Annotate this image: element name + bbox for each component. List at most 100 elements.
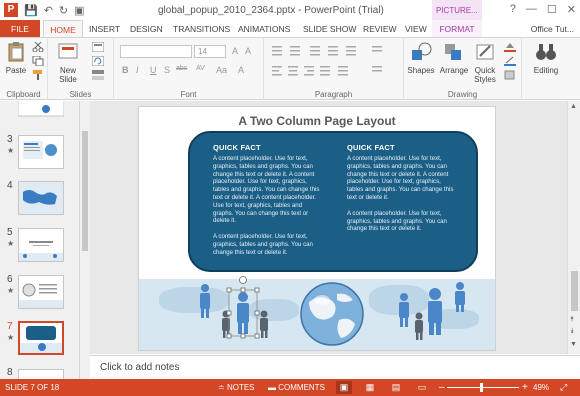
maximize-icon[interactable]: ☐ [547, 3, 557, 16]
tab-slide-show[interactable]: SLIDE SHOW [303, 20, 356, 38]
tab-animations[interactable]: ANIMATIONS [238, 20, 290, 38]
copy-icon[interactable] [32, 56, 44, 66]
shape-effects-icon[interactable] [504, 70, 516, 80]
left-column-text-2: A content placeholder. Use for text, gra… [213, 233, 313, 256]
scroll-up-icon[interactable]: ▲ [570, 103, 577, 110]
scroll-down-icon[interactable]: ▼ [570, 341, 577, 348]
tab-home[interactable]: HOME [43, 20, 83, 38]
slide-thumbnail-5[interactable] [18, 228, 64, 262]
notes-placeholder[interactable]: Click to add notes [100, 362, 180, 373]
slide-thumbnail-4[interactable] [18, 181, 64, 215]
font-name-select[interactable] [120, 45, 192, 58]
font-size-select[interactable]: 14 [194, 45, 226, 58]
normal-view-icon[interactable]: ▣ [336, 381, 352, 394]
slide-counter: SLIDE 7 OF 18 [5, 383, 60, 392]
slide-thumbnail-6[interactable] [18, 275, 64, 309]
font-color-button[interactable]: A [238, 65, 244, 75]
window-controls: ? — ☐ ✕ [510, 3, 576, 16]
undo-icon[interactable]: ↶ [44, 4, 53, 17]
new-slide-button[interactable]: New Slide [54, 42, 82, 84]
slide-thumbnail-2-partial[interactable] [18, 101, 64, 117]
change-case-button[interactable]: Aa [216, 65, 227, 75]
reset-icon[interactable] [92, 56, 104, 66]
zoom-out-icon[interactable]: – [439, 382, 445, 393]
paragraph-icons[interactable] [272, 46, 396, 86]
cut-icon[interactable] [32, 42, 44, 52]
slide-thumbnail-8[interactable] [18, 369, 64, 379]
quick-styles-button[interactable]: Quick Styles [470, 42, 500, 84]
reading-view-icon[interactable]: ▤ [388, 381, 404, 394]
thumbnail-scrollbar-thumb[interactable] [82, 131, 88, 251]
slide-thumbnail-7-selected[interactable] [18, 321, 64, 355]
notes-button-label: NOTES [226, 383, 255, 392]
clipboard-group-label: Clipboard [6, 90, 41, 99]
left-column[interactable]: QUICK FACT A content placeholder. Use fo… [213, 143, 323, 257]
section-icon[interactable] [92, 70, 104, 80]
editing-group: Editing [522, 38, 580, 100]
thumbnail-scrollbar[interactable] [80, 101, 90, 379]
thumb-7-art [20, 326, 62, 353]
new-slide-label-2: Slide [59, 75, 77, 84]
ribbon: Paste Clipboard New Slide Slides 14 A A … [0, 37, 580, 100]
fit-to-window-icon[interactable]: ⤢ [560, 382, 567, 393]
arrange-button[interactable]: Arrange [438, 42, 470, 75]
shadow-button[interactable]: S [164, 65, 170, 75]
notes-button[interactable]: ≐ NOTES [218, 383, 255, 392]
user-account[interactable]: Office Tut... [531, 20, 574, 38]
minimize-icon[interactable]: — [526, 3, 537, 16]
zoom-in-icon[interactable]: + [522, 382, 528, 393]
zoom-slider[interactable] [447, 387, 519, 388]
layout-icon[interactable] [92, 42, 104, 52]
animation-star-icon: ★ [7, 239, 15, 248]
save-icon[interactable]: 💾 [24, 4, 38, 17]
comments-button[interactable]: ▬ COMMENTS [268, 383, 325, 392]
strikethrough-button[interactable]: abc [176, 65, 187, 72]
italic-button[interactable]: I [136, 65, 139, 75]
current-slide[interactable]: A Two Column Page Layout QUICK FACT A co… [138, 106, 496, 351]
shape-outline-icon[interactable] [504, 56, 516, 66]
redo-icon[interactable]: ↻ [59, 4, 68, 17]
slide-thumbnail-3[interactable] [18, 135, 64, 169]
notes-pane[interactable]: Click to add notes [90, 355, 580, 379]
tab-design[interactable]: DESIGN [130, 20, 163, 38]
right-column[interactable]: QUICK FACT A content placeholder. Use fo… [347, 143, 457, 233]
editing-button[interactable]: Editing [528, 42, 564, 75]
grow-font-icon[interactable]: A [232, 46, 238, 56]
slide-vertical-scrollbar[interactable]: ▲ ⯭ ⯯ ▼ [567, 101, 580, 354]
slide-show-icon[interactable]: ▭ [414, 381, 430, 394]
slide-scrollbar-thumb[interactable] [571, 271, 578, 311]
drawing-group: Shapes Arrange Quick Styles Drawing [404, 38, 522, 100]
zoom-slider-knob[interactable] [480, 383, 483, 392]
powerpoint-logo-icon[interactable]: P [4, 3, 18, 17]
tab-review[interactable]: REVIEW [363, 20, 397, 38]
shape-fill-icon[interactable] [504, 42, 516, 52]
char-spacing-button[interactable]: AV [196, 65, 205, 72]
shrink-font-icon[interactable]: A [245, 46, 251, 56]
next-slide-icon[interactable]: ⯯ [570, 328, 574, 336]
previous-slide-icon[interactable]: ⯭ [570, 316, 574, 324]
picture-tools-label: PICTURE... [432, 0, 482, 20]
people-and-globe-graphic [200, 276, 465, 346]
tab-view[interactable]: VIEW [405, 20, 427, 38]
tab-format[interactable]: FORMAT [432, 20, 482, 38]
paste-button[interactable]: Paste [4, 42, 28, 75]
zoom-level[interactable]: 49% [533, 383, 549, 392]
slide-sorter-icon[interactable]: ▦ [362, 381, 378, 394]
slides-group: New Slide Slides [48, 38, 114, 100]
format-painter-icon[interactable] [32, 70, 44, 80]
paragraph-group-label: Paragraph [314, 90, 353, 99]
shapes-button[interactable]: Shapes [406, 42, 436, 75]
bold-button[interactable]: B [122, 65, 129, 75]
close-icon[interactable]: ✕ [567, 3, 576, 16]
tab-insert[interactable]: INSERT [89, 20, 120, 38]
right-column-heading: QUICK FACT [347, 143, 395, 152]
slide-title[interactable]: A Two Column Page Layout [139, 114, 495, 128]
tab-file[interactable]: FILE [0, 20, 40, 38]
new-slide-icon [58, 43, 78, 59]
underline-button[interactable]: U [150, 65, 157, 75]
tab-transitions[interactable]: TRANSITIONS [173, 20, 230, 38]
title-bar: P 💾 ↶ ↻ ▣ global_popup_2010_2364.pptx - … [0, 0, 580, 20]
help-icon[interactable]: ? [510, 3, 516, 16]
two-column-callout[interactable]: QUICK FACT A content placeholder. Use fo… [188, 131, 478, 272]
start-slideshow-icon[interactable]: ▣ [74, 4, 84, 17]
